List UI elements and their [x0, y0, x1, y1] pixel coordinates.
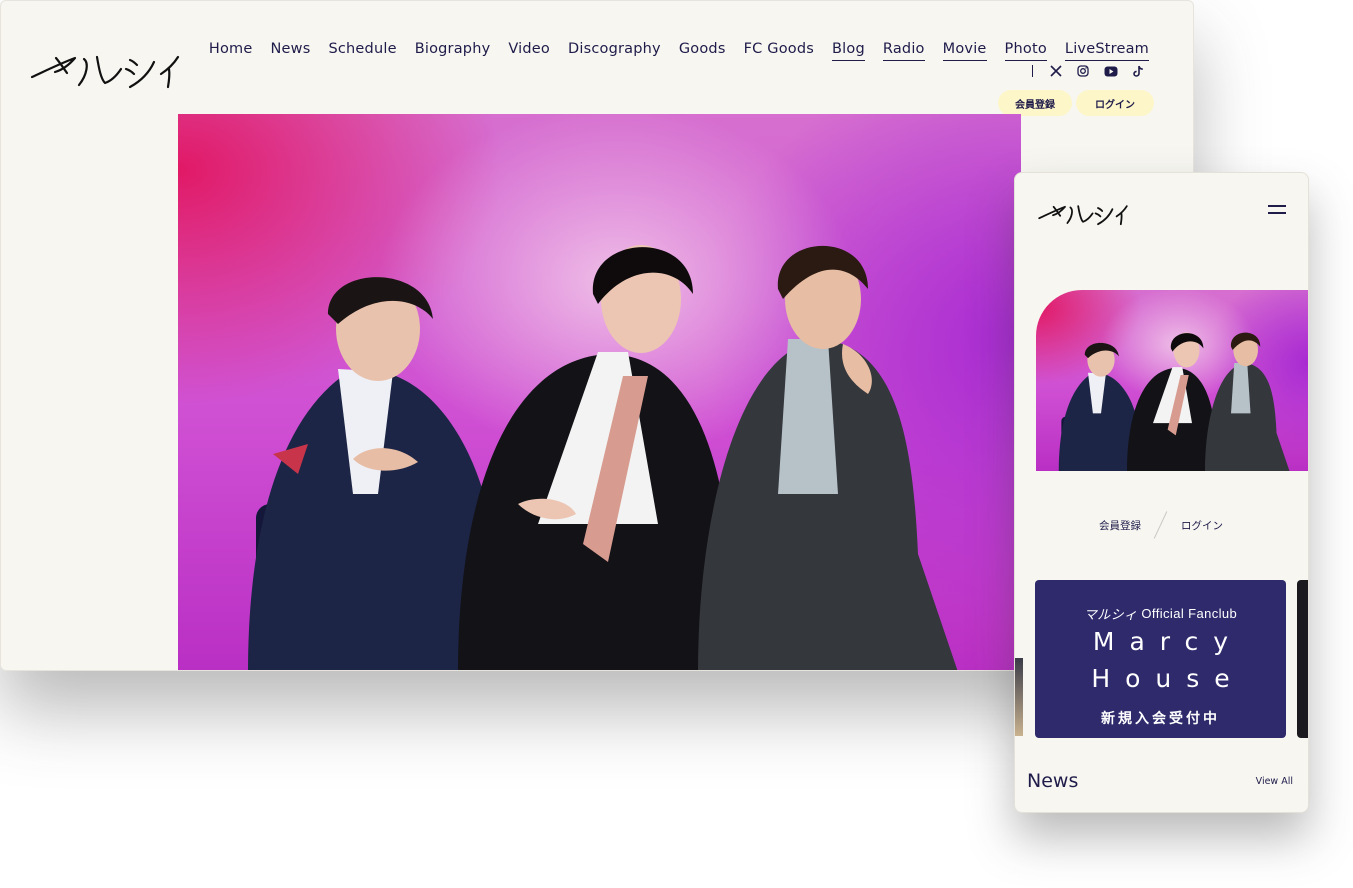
register-button[interactable]: 会員登録 [998, 90, 1072, 116]
x-icon[interactable] [1050, 65, 1062, 77]
mobile-auth-links: 会員登録 ログイン [1099, 512, 1223, 538]
banner-recruit-text: 新規入会受付中 [1101, 710, 1220, 726]
mobile-login-link[interactable]: ログイン [1181, 518, 1223, 533]
fanclub-label: マルシィ Official Fanclub [1035, 604, 1286, 623]
instagram-icon[interactable] [1077, 65, 1089, 77]
nav-video[interactable]: Video [508, 41, 550, 61]
nav-news[interactable]: News [270, 41, 310, 61]
nav-goods[interactable]: Goods [679, 41, 726, 61]
nav-radio[interactable]: Radio [882, 41, 925, 61]
mobile-band-photo [1058, 332, 1290, 471]
nav-photo[interactable]: Photo [1004, 41, 1047, 61]
mobile-hero-image [1036, 290, 1308, 471]
mobile-preview: 会員登録 ログイン マルシィ Official Fanclub Marcy Ho… [1014, 172, 1309, 813]
carousel-next-slide[interactable] [1297, 580, 1308, 738]
banner-title-line1: Marcy [1092, 627, 1244, 656]
mobile-register-link[interactable]: 会員登録 [1099, 518, 1141, 533]
view-all-link[interactable]: View All [1256, 776, 1293, 787]
mobile-site-logo[interactable] [1037, 199, 1129, 229]
carousel-prev-slide[interactable] [1015, 658, 1023, 736]
nav-schedule[interactable]: Schedule [328, 41, 396, 61]
social-links [1032, 65, 1144, 77]
band-photo [248, 245, 958, 670]
banner-fanclub-text: Official Fanclub [1141, 606, 1238, 621]
nav-biography[interactable]: Biography [415, 41, 491, 61]
auth-buttons: 会員登録 ログイン [998, 90, 1154, 116]
main-nav: Home News Schedule Biography Video Disco… [209, 41, 1149, 61]
hamburger-menu-icon[interactable] [1268, 203, 1286, 215]
nav-fc-goods[interactable]: FC Goods [744, 41, 814, 61]
site-logo[interactable] [29, 45, 181, 95]
youtube-icon[interactable] [1104, 66, 1118, 77]
login-button[interactable]: ログイン [1076, 90, 1154, 116]
fanclub-banner[interactable]: マルシィ Official Fanclub Marcy House 新規入会受付… [1035, 580, 1286, 738]
news-heading: News [1027, 770, 1079, 792]
nav-discography[interactable]: Discography [568, 41, 661, 61]
hero-image [178, 114, 1021, 670]
banner-logo-text: マルシィ [1083, 607, 1138, 622]
nav-blog[interactable]: Blog [832, 41, 865, 61]
banner-title-line2: House [1091, 664, 1245, 693]
tiktok-icon[interactable] [1133, 65, 1144, 77]
nav-home[interactable]: Home [209, 41, 253, 61]
nav-movie[interactable]: Movie [942, 41, 987, 61]
auth-divider [1151, 512, 1171, 538]
social-divider [1032, 65, 1033, 77]
nav-livestream[interactable]: LiveStream [1064, 41, 1149, 61]
